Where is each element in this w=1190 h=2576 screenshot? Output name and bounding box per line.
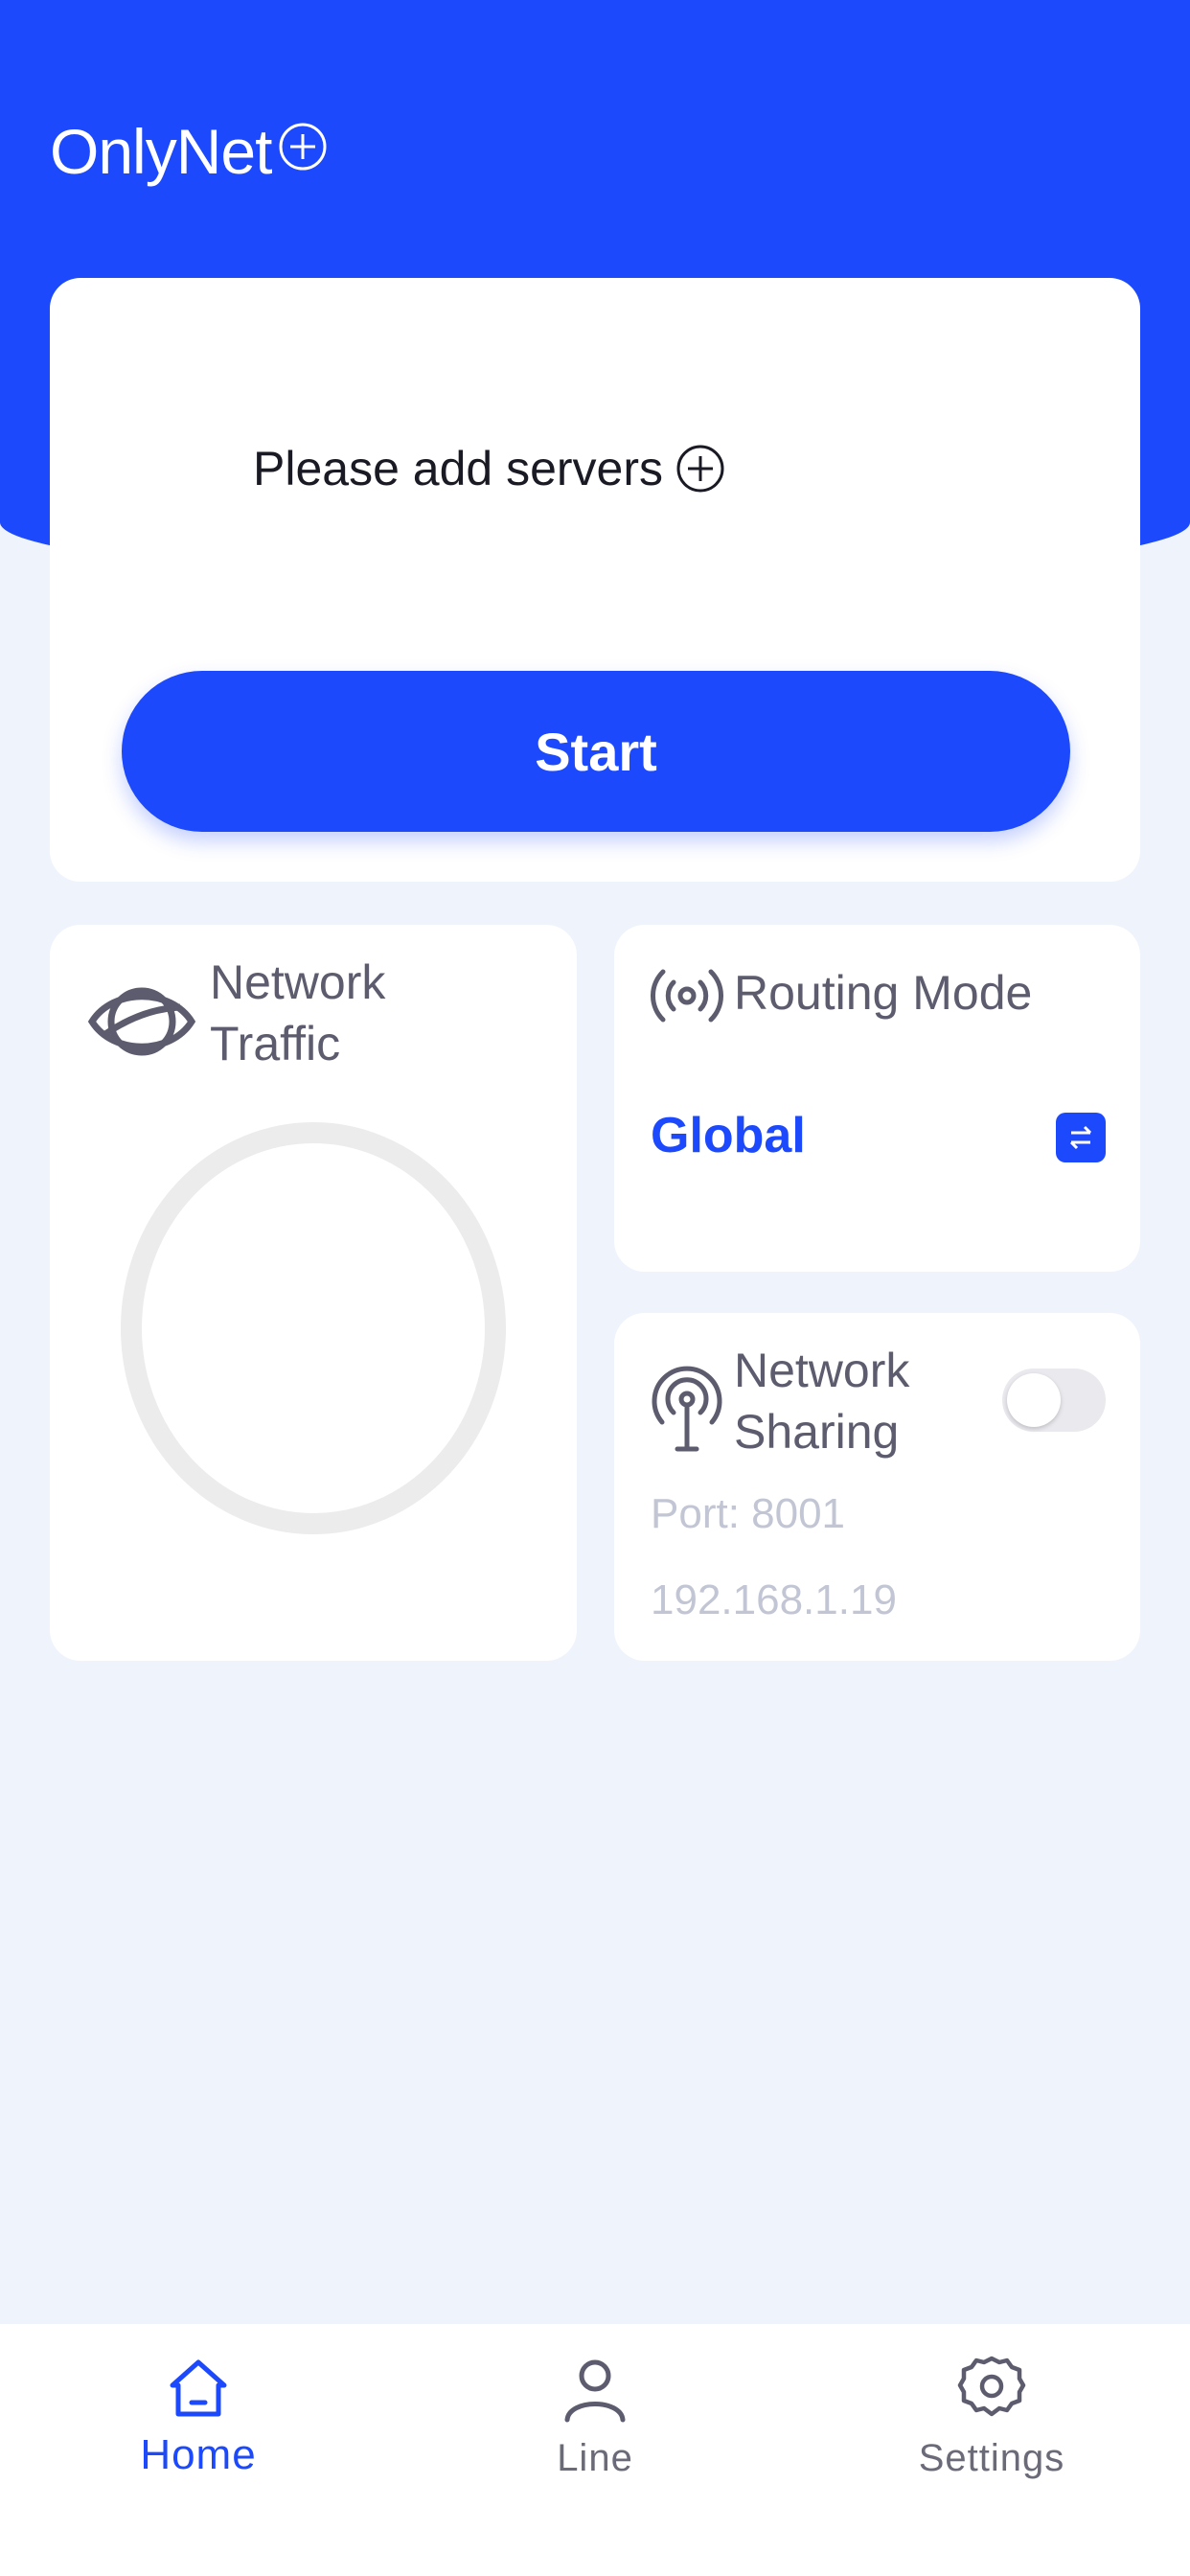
home-icon [170, 2359, 227, 2417]
app-title-text: OnlyNet [50, 116, 272, 187]
routing-mode-card[interactable]: Routing Mode Global [614, 925, 1140, 1272]
tab-line[interactable]: Line [397, 2324, 793, 2516]
network-sharing-title: Network Sharing [734, 1344, 910, 1459]
bottom-tab-bar: Home Line Settings [0, 2324, 1190, 2576]
routing-mode-title: Routing Mode [734, 966, 1033, 1020]
user-icon [564, 2359, 626, 2423]
network-traffic-card[interactable]: Network Traffic [50, 925, 577, 1661]
tab-settings-label: Settings [918, 2437, 1065, 2479]
planet-icon [87, 987, 196, 1056]
plus-circle-icon[interactable] [277, 121, 329, 172]
sharing-port: Port: 8001 [651, 1490, 846, 1537]
broadcast-icon [651, 969, 723, 1023]
traffic-ring [121, 1122, 506, 1534]
app-title: OnlyNet [50, 107, 329, 196]
tab-home[interactable]: Home [0, 2324, 397, 2516]
gear-icon [957, 2356, 1026, 2417]
server-card: Please add servers Start [50, 278, 1140, 882]
tab-line-label: Line [557, 2437, 633, 2479]
swap-icon [1069, 1125, 1092, 1150]
sharing-ip-address: 192.168.1.19 [651, 1576, 897, 1623]
toggle-knob [1007, 1373, 1061, 1427]
network-sharing-toggle[interactable] [1002, 1368, 1106, 1432]
antenna-icon [652, 1366, 722, 1452]
start-button[interactable]: Start [122, 671, 1070, 832]
tab-settings[interactable]: Settings [793, 2324, 1190, 2516]
switch-mode-button[interactable] [1056, 1113, 1106, 1162]
network-sharing-card: Network Sharing Port: 8001 192.168.1.19 [614, 1313, 1140, 1661]
plus-circle-icon[interactable] [675, 443, 726, 494]
routing-mode-value: Global [651, 1108, 806, 1163]
add-servers-label: Please add servers [253, 442, 664, 495]
add-servers-prompt[interactable]: Please add servers [253, 441, 726, 496]
tab-home-label: Home [140, 2431, 257, 2478]
network-traffic-title: Network Traffic [210, 955, 386, 1070]
